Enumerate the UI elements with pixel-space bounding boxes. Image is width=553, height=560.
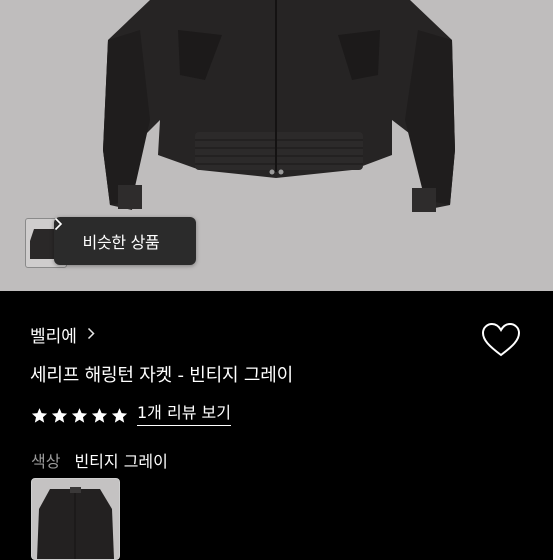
product-hero-image[interactable]: 비슷한 상품 <box>0 0 553 291</box>
similar-products-button[interactable]: 비슷한 상품 <box>54 217 196 265</box>
jacket-thumbnail <box>37 487 114 559</box>
color-row: 색상 빈티지 그레이 <box>31 448 168 472</box>
color-swatch[interactable] <box>31 478 120 560</box>
star-icon <box>111 407 128 423</box>
similar-products-label: 비슷한 상품 <box>82 233 160 252</box>
star-icon <box>31 407 48 423</box>
rating-row: 1개 리뷰 보기 <box>31 403 231 427</box>
rating-stars <box>31 407 128 424</box>
brand-link[interactable]: 벨리에 <box>30 321 95 347</box>
color-value: 빈티지 그레이 <box>74 452 168 471</box>
product-title: 세리프 해링턴 자켓 - 빈티지 그레이 <box>30 365 293 386</box>
review-link[interactable]: 1개 리뷰 보기 <box>137 404 231 426</box>
color-label: 색상 <box>31 452 61 471</box>
chevron-right-icon <box>87 325 95 344</box>
star-icon <box>71 407 88 423</box>
heart-outline-icon[interactable] <box>481 322 521 358</box>
star-icon <box>91 407 108 423</box>
star-icon <box>51 407 68 423</box>
brand-name: 벨리에 <box>30 326 77 347</box>
